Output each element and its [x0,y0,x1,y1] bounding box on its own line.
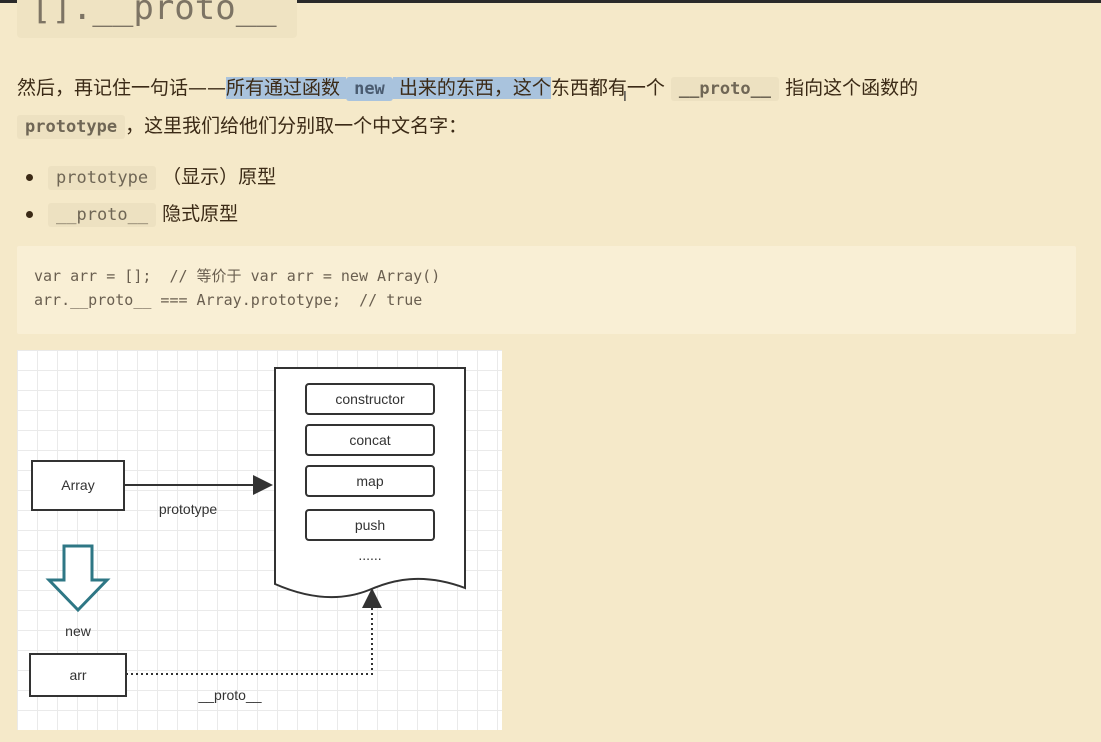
list-item-text: （显示）原型 [162,166,277,188]
paragraph-text: 然后，再记住一句话—— [17,77,227,99]
list-item: __proto__ 隐式原型 [22,197,276,234]
heading-code-block: [].__proto__ [17,0,297,38]
text-cursor-icon: I [623,90,627,105]
paragraph-line-1: 然后，再记住一句话——所有通过函数 new 出来的东西，这个东西都有一个 __p… [17,73,919,101]
new-label: new [65,623,92,639]
methods-ellipsis: ...... [358,547,381,563]
list-item: prototype （显示）原型 [22,160,276,197]
highlighted-text[interactable]: 所有通过函数 [226,77,341,99]
paragraph-text: 指向这个函数的 [785,77,919,99]
code-block[interactable]: var arr = []; // 等价于 var arr = new Array… [17,246,1076,334]
array-label: Array [61,477,94,493]
inline-code-prototype: prototype [48,166,157,190]
inline-code-prototype: prototype [17,115,126,139]
proto-dotted-arrow [126,588,382,675]
method-label: push [355,517,385,533]
list-item-text: 隐式原型 [162,203,239,225]
paragraph-line-2: prototype ，这里我们给他们分别取一个中文名字： [17,111,468,139]
proto-arrow-label: __proto__ [197,687,261,703]
prototype-diagram: constructor concat map push ...... Array… [17,350,502,730]
bullet-list: prototype （显示）原型 __proto__ 隐式原型 [22,160,276,234]
highlighted-text[interactable]: 出来的东西，这个 [398,77,551,99]
bullet-icon [26,174,33,181]
diagram-canvas: constructor concat map push ...... Array… [29,367,466,703]
down-arrow-icon [45,544,111,613]
method-label: constructor [335,391,405,407]
code-line: var arr = []; // 等价于 var arr = new Array… [34,267,441,285]
paragraph-text: 东西都有一个 [550,77,665,99]
paragraph-text: ，这里我们给他们分别取一个中文名字： [125,115,468,137]
inline-code-new: new [346,77,393,101]
page-title: [].__proto__ [31,0,277,28]
inline-code-proto: __proto__ [670,77,780,101]
bullet-icon [26,211,33,218]
highlight-gap [392,77,399,99]
prototype-arrow-label: prototype [159,501,218,517]
method-label: map [356,473,383,489]
method-label: concat [349,432,390,448]
code-line: arr.__proto__ === Array.prototype; // tr… [34,291,423,309]
arr-label: arr [69,667,86,683]
inline-code-proto: __proto__ [48,203,157,227]
